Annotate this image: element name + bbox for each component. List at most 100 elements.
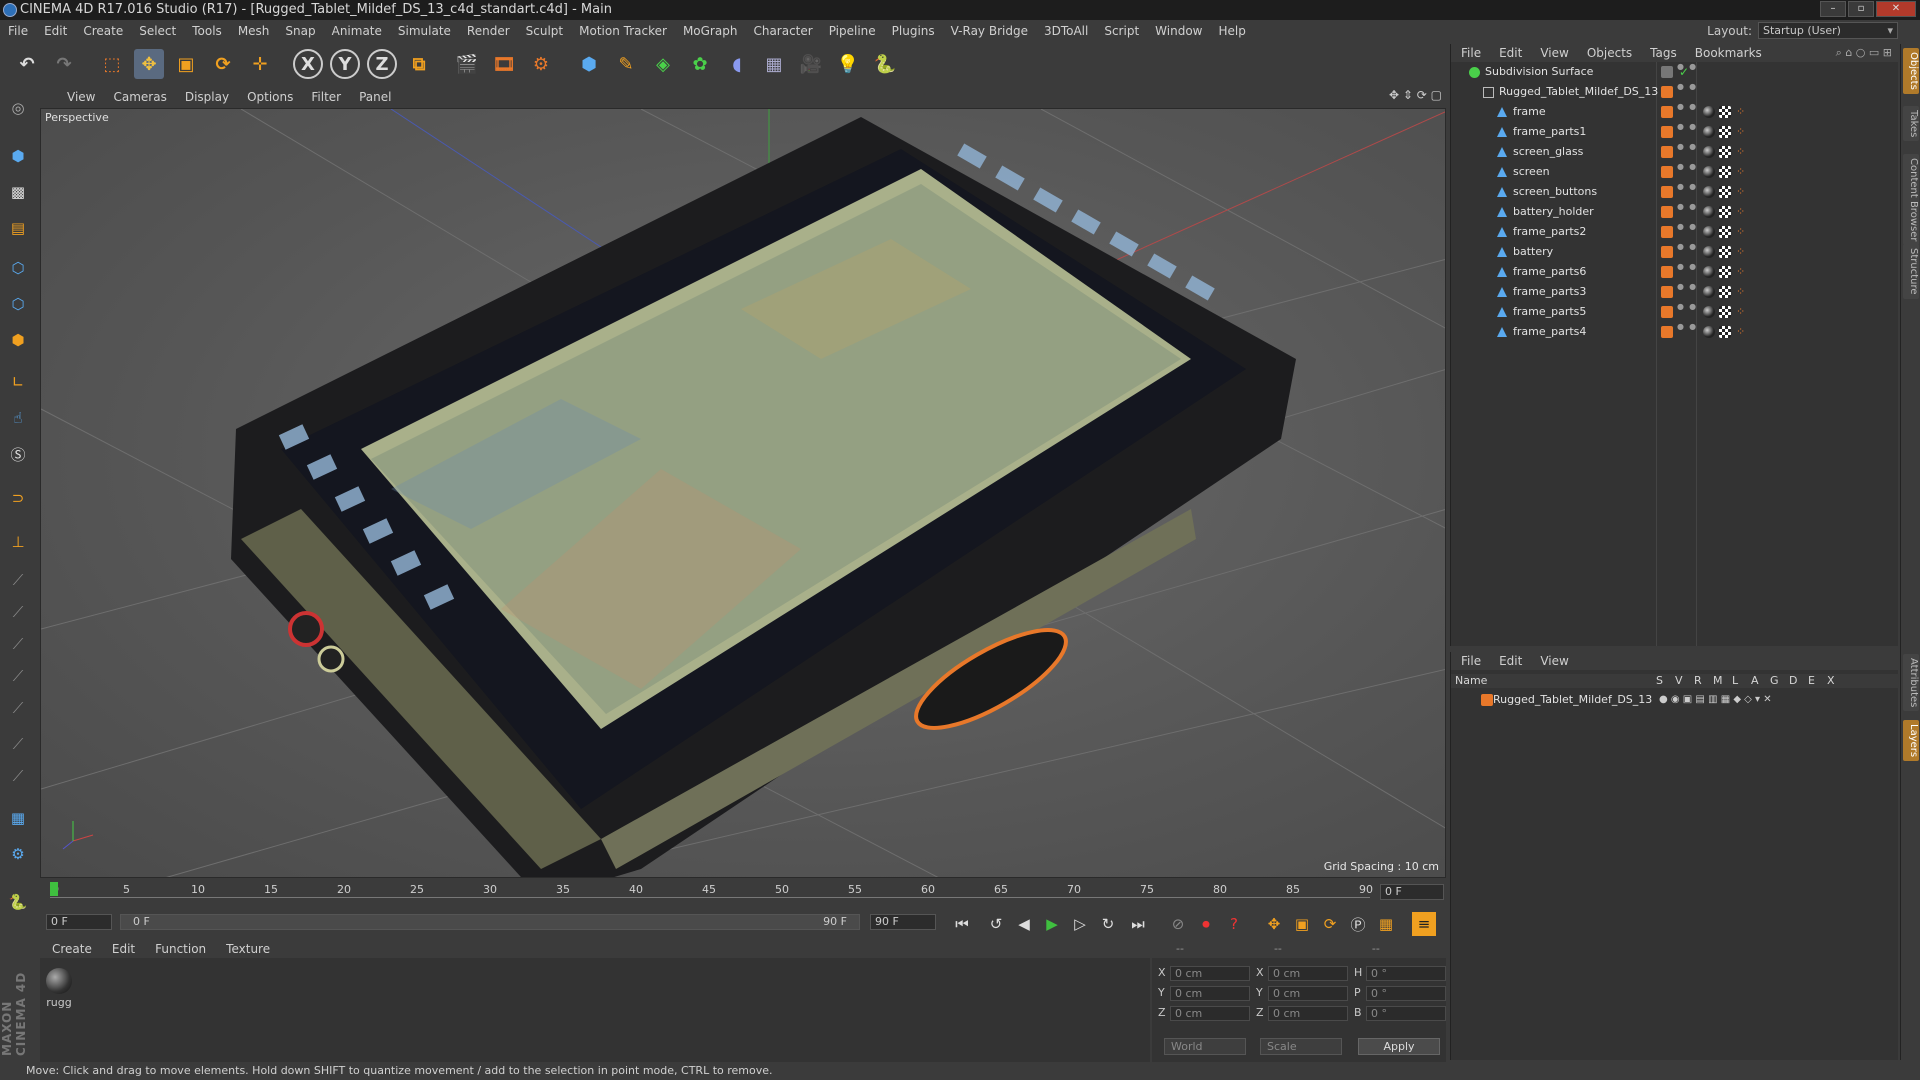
material-tag-icon[interactable] bbox=[1703, 126, 1715, 138]
viewport-menu-panel[interactable]: Panel bbox=[350, 90, 400, 104]
menu-mograph[interactable]: MoGraph bbox=[675, 24, 746, 38]
playhead-marker[interactable] bbox=[50, 882, 58, 896]
object-row[interactable]: frame_parts5 ● ● ⁘ bbox=[1451, 302, 1899, 322]
key-scale-icon[interactable]: ▣ bbox=[1290, 912, 1314, 936]
menu-tools[interactable]: Tools bbox=[184, 24, 230, 38]
layer-color-tag[interactable] bbox=[1661, 246, 1673, 258]
material-tag-icon[interactable] bbox=[1703, 306, 1715, 318]
visibility-dots-icon[interactable]: ● ● bbox=[1677, 202, 1696, 212]
viewport-menu-options[interactable]: Options bbox=[238, 90, 302, 104]
keyframe-help-icon[interactable]: ? bbox=[1222, 912, 1246, 936]
phong-tag-icon[interactable]: ⁘ bbox=[1736, 222, 1745, 242]
rotate-tool-icon[interactable]: ⟳ bbox=[208, 49, 238, 79]
material-tag-icon[interactable] bbox=[1703, 186, 1715, 198]
object-row[interactable]: screen_glass ● ● ⁘ bbox=[1451, 142, 1899, 162]
key-parameter-icon[interactable]: Ⓟ bbox=[1346, 912, 1370, 936]
visibility-dots-icon[interactable]: ● ● bbox=[1677, 182, 1696, 192]
play-icon[interactable]: ▶ bbox=[1040, 912, 1064, 936]
material-menu-edit[interactable]: Edit bbox=[100, 942, 143, 956]
phong-tag-icon[interactable]: ⁘ bbox=[1736, 262, 1745, 282]
menu-3dtoall[interactable]: 3DToAll bbox=[1036, 24, 1096, 38]
cube-primitive-icon[interactable]: ⬢ bbox=[574, 49, 604, 79]
layers-menu-view[interactable]: View bbox=[1530, 654, 1576, 668]
uvw-tag-icon[interactable] bbox=[1719, 306, 1731, 318]
viewport-menu-cameras[interactable]: Cameras bbox=[104, 90, 175, 104]
transform-tool-icon[interactable]: ✛ bbox=[245, 49, 275, 79]
visibility-dots-icon[interactable]: ● ● bbox=[1677, 222, 1696, 232]
go-to-end-icon[interactable]: ⏭ bbox=[1126, 912, 1150, 936]
close-button[interactable]: ✕ bbox=[1876, 1, 1916, 17]
viewport-menu-filter[interactable]: Filter bbox=[302, 90, 350, 104]
uvw-tag-icon[interactable] bbox=[1719, 266, 1731, 278]
phong-tag-icon[interactable]: ⁘ bbox=[1736, 162, 1745, 182]
snap-magnet-icon[interactable]: ⊃ bbox=[4, 484, 32, 512]
layer-color-tag[interactable] bbox=[1661, 86, 1673, 98]
render-settings-icon[interactable]: ⚙ bbox=[526, 49, 556, 79]
floor-icon[interactable]: ▦ bbox=[759, 49, 789, 79]
layer-color-tag[interactable] bbox=[1661, 106, 1673, 118]
camera-icon[interactable]: 🎥 bbox=[796, 49, 826, 79]
object-row[interactable]: frame_parts2 ● ● ⁘ bbox=[1451, 222, 1899, 242]
objects-menu-edit[interactable]: Edit bbox=[1489, 46, 1530, 60]
python-icon[interactable]: 🐍 bbox=[870, 49, 900, 79]
axis-mode-icon[interactable]: ∟ bbox=[4, 368, 32, 396]
layer-color-tag[interactable] bbox=[1661, 66, 1673, 78]
undo-icon[interactable]: ↶ bbox=[12, 49, 42, 79]
material-tag-icon[interactable] bbox=[1703, 286, 1715, 298]
redo-icon[interactable]: ↷ bbox=[49, 49, 79, 79]
visibility-dots-icon[interactable]: ● ● bbox=[1677, 302, 1696, 312]
frame-ruler[interactable]: 0 5 10 15 20 25 30 35 40 45 50 55 60 65 … bbox=[50, 880, 1373, 904]
key-position-icon[interactable]: ✥ bbox=[1262, 912, 1286, 936]
viewport-menu-display[interactable]: Display bbox=[176, 90, 238, 104]
rugged-tablet-model[interactable] bbox=[231, 117, 1296, 878]
material-swatch[interactable]: rugg bbox=[44, 968, 74, 1009]
material-tag-icon[interactable] bbox=[1703, 326, 1715, 338]
layer-color-tag[interactable] bbox=[1661, 166, 1673, 178]
apply-button[interactable]: Apply bbox=[1358, 1038, 1440, 1055]
previous-frame-icon[interactable]: ◀ bbox=[1012, 912, 1036, 936]
material-menu-texture[interactable]: Texture bbox=[214, 942, 278, 956]
menu-file[interactable]: File bbox=[0, 24, 36, 38]
phong-tag-icon[interactable]: ⁘ bbox=[1736, 182, 1745, 202]
menu-sculpt[interactable]: Sculpt bbox=[518, 24, 571, 38]
position-z-field[interactable]: 0 cm bbox=[1170, 1006, 1250, 1021]
layer-color-tag[interactable] bbox=[1661, 226, 1673, 238]
menu-help[interactable]: Help bbox=[1210, 24, 1253, 38]
viewport-menu-view[interactable]: View bbox=[58, 90, 104, 104]
objects-menu-file[interactable]: File bbox=[1451, 46, 1489, 60]
phong-tag-icon[interactable]: ⁘ bbox=[1736, 302, 1745, 322]
z-axis-lock-button[interactable]: Z bbox=[367, 49, 397, 79]
autokey-icon[interactable]: ⏺ bbox=[1194, 912, 1218, 936]
layer-toggle-icons[interactable]: ● ◉ ▣ ▤ ▥ ▦ ◆ ◇ ▾ ✕ bbox=[1659, 690, 1772, 710]
uvw-tag-icon[interactable] bbox=[1719, 226, 1731, 238]
y-axis-lock-button[interactable]: Y bbox=[330, 49, 360, 79]
objects-menu-view[interactable]: View bbox=[1530, 46, 1576, 60]
layers-menu-edit[interactable]: Edit bbox=[1489, 654, 1530, 668]
perspective-viewport[interactable]: Perspective Grid Spacing : 10 cm bbox=[40, 108, 1446, 878]
layer-color-tag[interactable] bbox=[1661, 286, 1673, 298]
cloner-icon[interactable]: ✿ bbox=[685, 49, 715, 79]
layers-menu-file[interactable]: File bbox=[1451, 654, 1489, 668]
previous-key-icon[interactable]: ↺ bbox=[984, 912, 1008, 936]
uvw-tag-icon[interactable] bbox=[1719, 166, 1731, 178]
layer-color-tag[interactable] bbox=[1661, 186, 1673, 198]
menu-snap[interactable]: Snap bbox=[277, 24, 323, 38]
object-row[interactable]: battery_holder ● ● ⁘ bbox=[1451, 202, 1899, 222]
sculpt-tool-3-icon[interactable]: ⟋ bbox=[4, 630, 32, 658]
next-key-icon[interactable]: ↻ bbox=[1096, 912, 1120, 936]
sculpt-tool-2-icon[interactable]: ⟋ bbox=[4, 598, 32, 626]
key-rotation-icon[interactable]: ⟳ bbox=[1318, 912, 1342, 936]
sculpt-tool-6-icon[interactable]: ⟋ bbox=[4, 730, 32, 758]
edges-mode-icon[interactable]: ⬡ bbox=[4, 290, 32, 318]
object-row[interactable]: Rugged_Tablet_Mildef_DS_13 ● ● bbox=[1451, 82, 1899, 102]
solo-mode-icon[interactable]: Ⓢ bbox=[4, 440, 32, 468]
rotation-h-field[interactable]: 0 ° bbox=[1366, 966, 1446, 981]
material-menu-function[interactable]: Function bbox=[143, 942, 214, 956]
make-editable-icon[interactable]: ◎ bbox=[4, 94, 32, 122]
render-view-icon[interactable]: 🎬 bbox=[452, 49, 482, 79]
menu-motion-tracker[interactable]: Motion Tracker bbox=[571, 24, 675, 38]
subdivision-surface-icon[interactable]: ◈ bbox=[648, 49, 678, 79]
coordinate-system-icon[interactable]: ⧉ bbox=[404, 49, 434, 79]
rotation-b-field[interactable]: 0 ° bbox=[1366, 1006, 1446, 1021]
material-tag-icon[interactable] bbox=[1703, 166, 1715, 178]
